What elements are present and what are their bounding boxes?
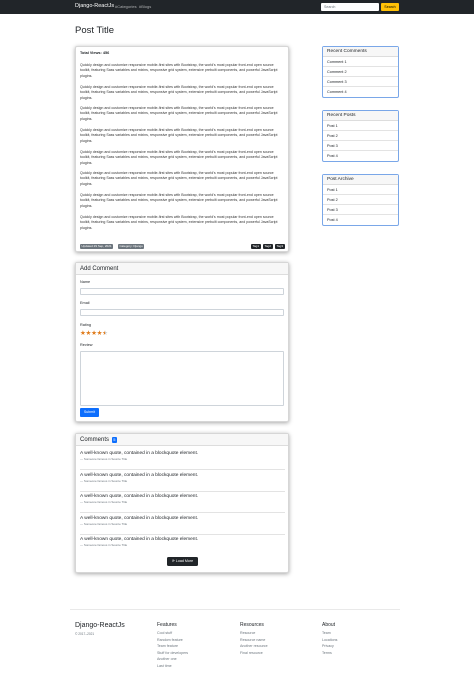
email-field[interactable] — [80, 309, 284, 316]
post-paragraph: Quickly design and customize responsive … — [80, 150, 278, 165]
footer-link[interactable]: Stuff for developers — [157, 650, 188, 657]
comment-source: — Someone famous in Source Title — [80, 543, 128, 547]
list-item[interactable]: Post 1 — [323, 185, 398, 195]
card-header: Recent Posts — [323, 111, 398, 121]
list-item[interactable]: Comment 3 — [323, 77, 398, 87]
comment-text: A well-known quote, contained in a block… — [80, 537, 199, 542]
footer-column-title: About — [322, 622, 336, 628]
list-item[interactable]: Post 4 — [323, 215, 398, 225]
post-paragraph: Quickly design and customize responsive … — [80, 215, 278, 230]
post-paragraph: Quickly design and customize responsive … — [80, 128, 278, 143]
tag-badge[interactable]: Tag1 — [251, 244, 261, 249]
footer-link[interactable]: Locations — [322, 637, 337, 644]
footer-link[interactable]: Random feature — [157, 637, 188, 644]
tag-badge[interactable]: Tag2 — [263, 244, 273, 249]
post-paragraph: Quickly design and customize responsive … — [80, 63, 278, 78]
review-textarea[interactable] — [80, 351, 284, 406]
email-label: Email — [80, 301, 90, 305]
comment-text: A well-known quote, contained in a block… — [80, 451, 199, 456]
card-header: Post Archive — [323, 175, 398, 185]
recent-comments-card: Recent Comments Comment 1 Comment 2 Comm… — [322, 46, 399, 98]
card-header: Comments 5 — [76, 434, 288, 446]
list-item[interactable]: Post 1 — [323, 121, 398, 131]
list-item[interactable]: Post 4 — [323, 151, 398, 161]
add-comment-card: Add Comment Name Email Rating ★★★★★ Revi… — [75, 262, 289, 422]
comment-item: A well-known quote, contained in a block… — [80, 471, 285, 492]
footer-link[interactable]: Final resource — [240, 650, 268, 657]
search-input[interactable]: Search — [321, 3, 379, 11]
footer-brand: Django-ReactJs — [75, 622, 125, 629]
footer-link[interactable]: Team — [322, 630, 337, 637]
load-more-label: Load More — [175, 559, 194, 563]
top-navbar: Django-ReactJs #Categories #Blogs Search… — [0, 0, 474, 14]
list-item[interactable]: Post 3 — [323, 141, 398, 151]
refresh-icon: ⟳ — [171, 559, 175, 563]
name-label: Name — [80, 280, 91, 284]
search-button[interactable]: Search — [381, 3, 399, 11]
footer-link[interactable]: Another resource — [240, 643, 268, 650]
comment-text: A well-known quote, contained in a block… — [80, 494, 199, 499]
footer-link[interactable]: Terms — [322, 650, 337, 657]
star-half-icon[interactable]: ★ — [102, 329, 108, 337]
list-item[interactable]: Comment 1 — [323, 57, 398, 67]
comments-card: Comments 5 A well-known quote, contained… — [75, 433, 289, 573]
post-paragraph: Quickly design and customize responsive … — [80, 85, 278, 100]
post-paragraph: Quickly design and customize responsive … — [80, 193, 278, 208]
footer-link[interactable]: Another one — [157, 656, 188, 663]
footer-column-title: Resources — [240, 622, 264, 628]
list-item[interactable]: Post 2 — [323, 195, 398, 205]
footer-link[interactable]: Privacy — [322, 643, 337, 650]
footer-link[interactable]: Resource — [240, 630, 268, 637]
list-item[interactable]: Comment 2 — [323, 67, 398, 77]
comment-text: A well-known quote, contained in a block… — [80, 516, 199, 521]
comment-source: — Someone famous in Source Title — [80, 457, 128, 461]
footer-column-about: About Team Locations Privacy Terms — [322, 622, 337, 656]
nav-link-categories[interactable]: #Categories — [115, 4, 137, 9]
comments-title: Comments — [80, 437, 110, 443]
footer-divider — [70, 609, 400, 610]
category-badge[interactable]: Category: Django — [118, 244, 145, 249]
rating-label: Rating — [80, 323, 91, 327]
post-paragraph: Quickly design and customize responsive … — [80, 171, 278, 186]
card-header: Recent Comments — [323, 47, 398, 57]
page-title: Post Title — [75, 25, 115, 36]
footer-link[interactable]: Resource name — [240, 637, 268, 644]
comment-item: A well-known quote, contained in a block… — [80, 535, 285, 556]
comment-count-badge: 5 — [111, 436, 117, 443]
comment-source: — Someone famous in Source Title — [80, 522, 128, 526]
footer-column-title: Features — [157, 622, 177, 628]
comment-item: A well-known quote, contained in a block… — [80, 514, 285, 535]
footer-column-features: Features Cool stuff Random feature Team … — [157, 622, 188, 670]
updated-badge: Updated 29 Sep, 2021 — [80, 244, 114, 249]
post-archive-card: Post Archive Post 1 Post 2 Post 3 Post 4 — [322, 174, 399, 226]
navbar-brand[interactable]: Django-ReactJs — [75, 3, 114, 9]
footer-copyright: © 2017–2021 — [75, 632, 95, 636]
total-views: Total Views: 456 — [80, 51, 110, 55]
comment-item: A well-known quote, contained in a block… — [80, 449, 285, 470]
name-field[interactable] — [80, 288, 284, 295]
nav-link-blogs[interactable]: #Blogs — [139, 4, 151, 9]
list-item[interactable]: Comment 4 — [323, 87, 398, 97]
tag-badge[interactable]: Tag3 — [275, 244, 285, 249]
card-header: Add Comment — [76, 263, 288, 275]
rating-stars[interactable]: ★★★★★ — [80, 329, 108, 337]
submit-button[interactable]: Submit — [80, 408, 99, 417]
list-item[interactable]: Post 3 — [323, 205, 398, 215]
recent-posts-card: Recent Posts Post 1 Post 2 Post 3 Post 4 — [322, 110, 399, 162]
footer-column-resources: Resources Resource Resource name Another… — [240, 622, 268, 656]
post-paragraph: Quickly design and customize responsive … — [80, 106, 278, 121]
list-item[interactable]: Post 2 — [323, 131, 398, 141]
load-more-button[interactable]: ⟳ Load More — [167, 557, 198, 566]
footer-link[interactable]: Cool stuff — [157, 630, 188, 637]
comment-item: A well-known quote, contained in a block… — [80, 492, 285, 513]
footer-link[interactable]: Team feature — [157, 643, 188, 650]
review-label: Review — [80, 343, 93, 347]
comment-source: — Someone famous in Source Title — [80, 500, 128, 504]
footer-link[interactable]: Last time — [157, 663, 188, 670]
comment-source: — Someone famous in Source Title — [80, 479, 128, 483]
comment-text: A well-known quote, contained in a block… — [80, 473, 199, 478]
post-card: Total Views: 456 Quickly design and cust… — [75, 46, 289, 252]
